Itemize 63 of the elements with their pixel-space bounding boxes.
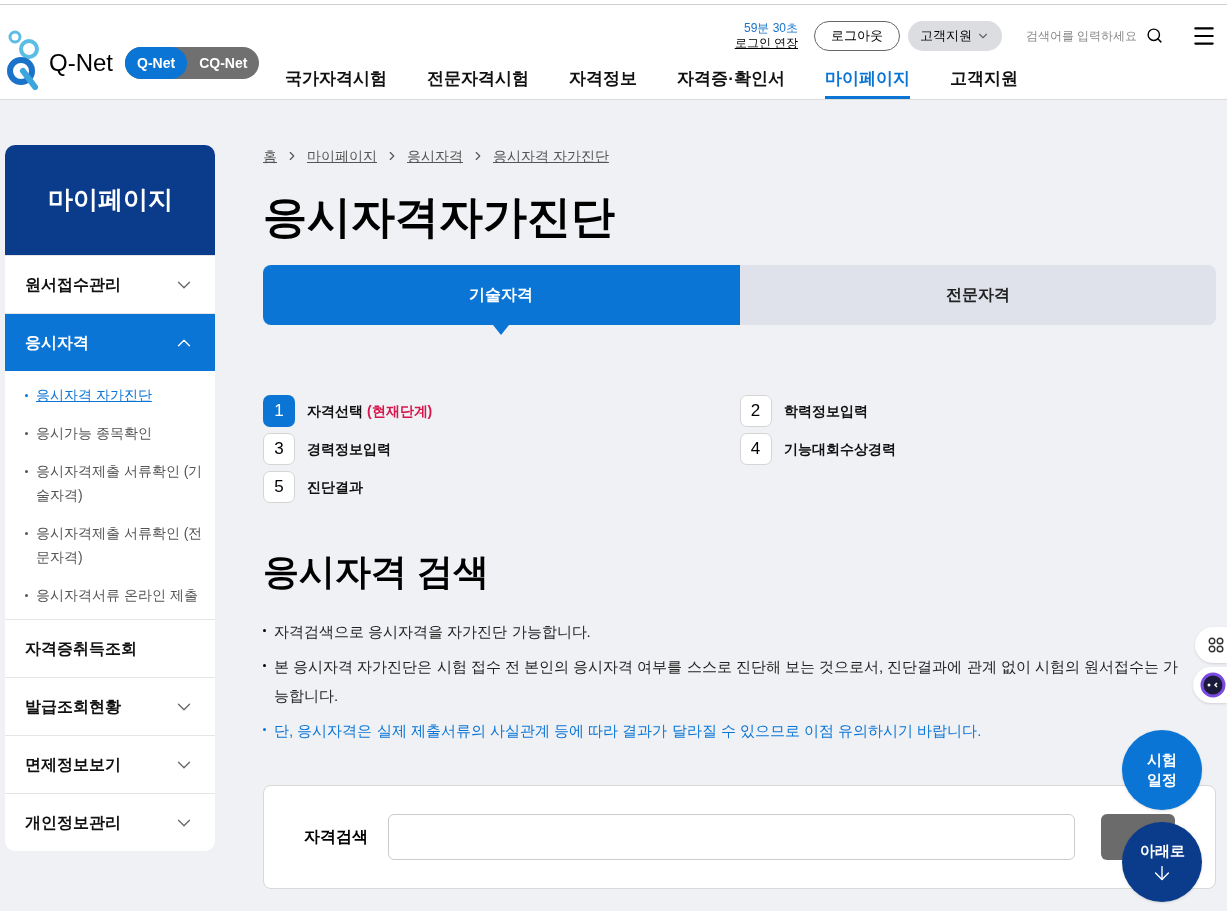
qualification-search-field[interactable]	[388, 814, 1076, 860]
breadcrumb-link[interactable]: 응시자격	[407, 145, 463, 167]
tab[interactable]: 기술자격	[263, 265, 740, 325]
bullet-icon	[263, 728, 266, 731]
step-label: 기능대회수상경력	[783, 439, 896, 459]
breadcrumb-link[interactable]: 응시자격 자가진단	[493, 145, 609, 167]
step-label: 학력정보입력	[783, 401, 868, 421]
tab[interactable]: 전문자격	[739, 265, 1216, 325]
logout-button[interactable]: 로그아웃	[814, 20, 900, 51]
nav-tab[interactable]: 전문자격시험	[427, 66, 530, 99]
tab-pointer-icon	[493, 325, 510, 335]
nav-tab[interactable]: 마이페이지	[825, 66, 910, 99]
breadcrumb-link[interactable]: 홈	[263, 145, 277, 167]
notice-text: 자격검색으로 응시자격을 자가진단 가능합니다.	[274, 622, 591, 642]
sidebar-title: 마이페이지	[5, 145, 215, 255]
sidebar-subitem[interactable]: 응시가능 종목확인	[36, 421, 152, 445]
nav-tab[interactable]: 고객지원	[950, 66, 1018, 99]
bullet-icon	[25, 532, 28, 535]
page-title: 응시자격자가진단	[263, 191, 616, 243]
site-toggle-option[interactable]: CQ-Net	[187, 47, 260, 79]
step-label: 진단결과	[307, 477, 363, 497]
sidebar-item[interactable]: 면제정보보기	[5, 735, 215, 793]
site-toggle-option[interactable]: Q-Net	[125, 47, 188, 79]
step-label: 자격선택 (현재단계)	[307, 401, 433, 421]
section-title: 응시자격 검색	[263, 550, 490, 594]
step-number: 4	[739, 433, 772, 465]
sidebar-subitem[interactable]: 응시자격 자가진단	[36, 383, 152, 407]
sidebar-item[interactable]: 발급조회현황	[5, 677, 215, 735]
bullet-icon	[25, 432, 28, 435]
sidebar-subitem[interactable]: 응시자격서류 온라인 제출	[36, 583, 198, 607]
sidebar-subitem[interactable]: 응시자격제출 서류확인 (기술자격)	[36, 459, 203, 507]
search-field[interactable]: 검색어를 입력하세요	[1026, 26, 1163, 45]
step-number: 1	[263, 395, 295, 427]
session-timer: 59분 30초	[743, 20, 798, 36]
bullet-icon	[25, 594, 28, 597]
step-label: 경력정보입력	[307, 439, 391, 459]
search-icon	[1146, 27, 1163, 45]
sidebar-item[interactable]: 자격증취득조회	[5, 619, 215, 677]
sidebar-item[interactable]: 응시자격	[5, 313, 215, 371]
search-label: 자격검색	[304, 827, 368, 847]
sidebar-subitem[interactable]: 응시자격제출 서류확인 (전문자격)	[36, 521, 203, 569]
nav-tab[interactable]: 자격정보	[569, 66, 638, 99]
bullet-icon	[263, 629, 266, 632]
chatbot-button[interactable]	[1193, 667, 1227, 703]
quick-menu-button[interactable]	[1195, 627, 1227, 663]
bullet-icon	[25, 470, 28, 473]
support-dropdown[interactable]: 고객지원	[908, 20, 1002, 51]
breadcrumb-link[interactable]: 마이페이지	[307, 145, 377, 167]
bullet-icon	[263, 664, 266, 667]
nav-tab[interactable]: 자격증·확인서	[677, 66, 785, 99]
sidebar-item[interactable]: 개인정보관리	[5, 793, 215, 851]
login-extend-link[interactable]: 로그인 연장	[734, 35, 798, 51]
logo-text: Q-Net	[49, 48, 113, 78]
step-number: 2	[739, 395, 772, 427]
grid-icon	[1208, 637, 1224, 653]
notice-text: 단, 응시자격은 실제 제출서류의 사실관계 등에 따라 결과가 달라질 수 있으므로 이점 유의하시기 바랍니다.	[274, 721, 982, 741]
chatbot-icon	[1200, 672, 1226, 698]
notice-text: 본 응시자격 자가진단은 시험 접수 전 본인의 응시자격 여부를 스스로 진단해 보는 것으로서, 진단결과에 관계 없이 시험의 원서접수는 가능합니다.	[274, 657, 1180, 706]
step-number: 3	[263, 433, 295, 465]
bullet-icon	[25, 394, 28, 397]
nav-tab[interactable]: 국가자격시험	[285, 66, 388, 99]
exam-schedule-button[interactable]: 시험 일정	[1122, 730, 1202, 810]
step-number: 5	[263, 471, 295, 503]
